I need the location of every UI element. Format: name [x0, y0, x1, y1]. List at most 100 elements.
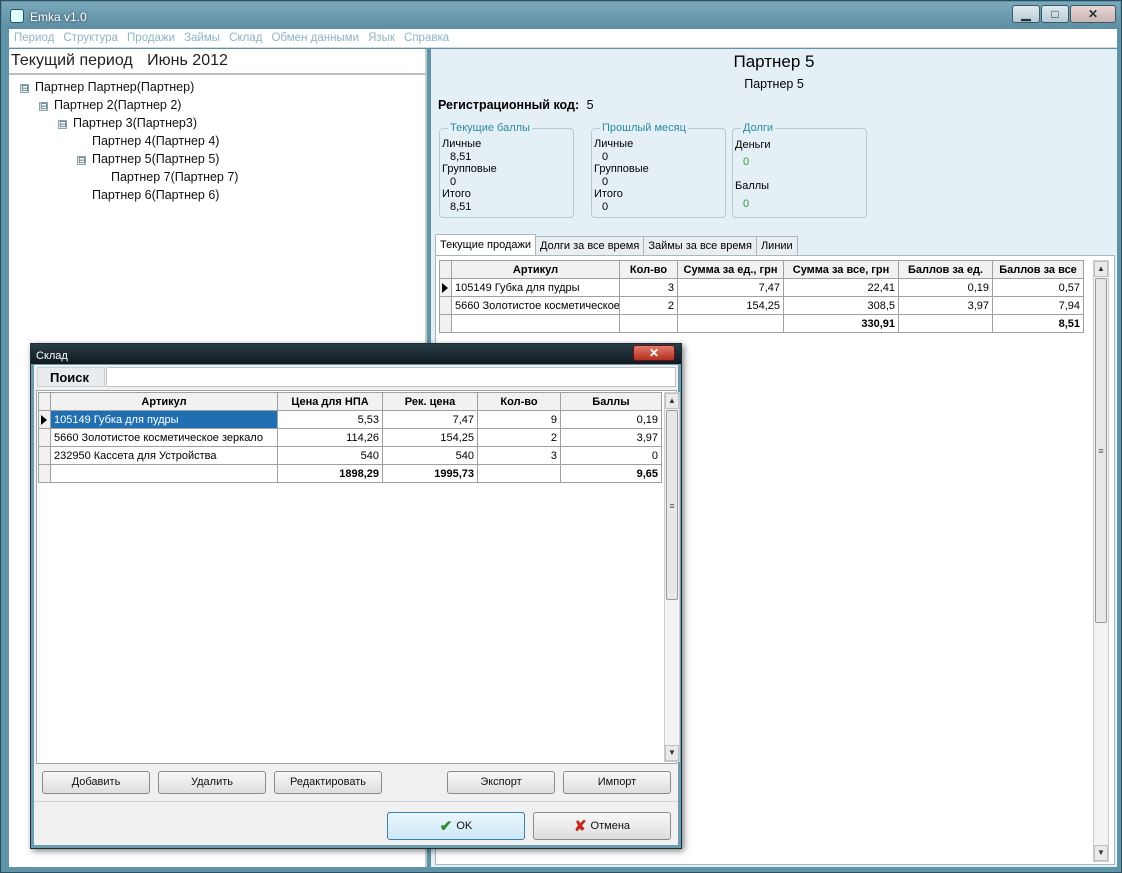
column-header[interactable]: Артикул [50, 392, 278, 411]
table-cell[interactable]: 2 [619, 296, 678, 315]
column-header[interactable]: Сумма за ед., грн [677, 260, 784, 279]
table-cell[interactable]: 540 [277, 446, 383, 465]
column-header[interactable]: Сумма за все, грн [783, 260, 899, 279]
tree-toggle-icon[interactable]: ⊟ [58, 120, 67, 129]
table-row[interactable]: 105149 Губка для пудры 5,53 7,47 9 0,19 [38, 410, 662, 429]
menu-item-sales[interactable]: Продажи [122, 29, 175, 44]
partner-subtitle: Партнер 5 [744, 77, 804, 91]
warehouse-scrollbar[interactable]: ▲ ≡ ▼ [664, 392, 680, 762]
table-row[interactable]: 232950 Кассета для Устройства 540 540 3 … [38, 446, 662, 465]
table-cell[interactable]: 154,25 [677, 296, 784, 315]
ok-button[interactable]: ✔ OK [387, 812, 525, 840]
table-cell[interactable]: 232950 Кассета для Устройства [50, 446, 278, 465]
table-cell[interactable]: 22,41 [783, 278, 899, 297]
tree-node[interactable]: Партнер 7(Партнер 7) [111, 170, 238, 184]
table-row[interactable]: 105149 Губка для пудры 3 7,47 22,41 0,19… [439, 278, 1084, 297]
menu-item-language[interactable]: Язык [363, 29, 395, 44]
menu-item-data-exchange[interactable]: Обмен данными [266, 29, 359, 44]
maximize-button[interactable]: □ [1041, 5, 1069, 23]
column-header[interactable]: Рек. цена [382, 392, 478, 411]
menu-item-period[interactable]: Период [9, 29, 54, 44]
menu-item-structure[interactable]: Структура [58, 29, 118, 44]
table-row[interactable]: 5660 Золотистое косметическое 2 154,25 3… [439, 296, 1084, 315]
table-cell[interactable]: 7,47 [677, 278, 784, 297]
tree-node[interactable]: Партнер 3(Партнер3) [73, 116, 197, 130]
table-cell[interactable]: 3 [619, 278, 678, 297]
warehouse-table: Артикул Цена для НПА Рек. цена Кол-во Ба… [38, 392, 662, 483]
search-input[interactable] [106, 367, 676, 387]
warehouse-grid: Артикул Цена для НПА Рек. цена Кол-во Ба… [36, 390, 680, 764]
table-cell[interactable]: 308,5 [783, 296, 899, 315]
title-bar[interactable]: Emka v1.0 ▁ □ ✕ [2, 2, 1120, 29]
table-cell[interactable]: 7,47 [382, 410, 478, 429]
menu-item-help[interactable]: Справка [399, 29, 449, 44]
cross-icon: ✘ [573, 818, 587, 835]
tab-loans-all-time[interactable]: Займы за все время [643, 236, 757, 256]
menu-item-warehouse[interactable]: Склад [224, 29, 262, 44]
close-button[interactable]: ✕ [1070, 5, 1116, 23]
minimize-button[interactable]: ▁ [1012, 5, 1040, 23]
table-cell[interactable]: 154,25 [382, 428, 478, 447]
scroll-down-icon[interactable]: ▼ [665, 745, 679, 761]
dialog-title[interactable]: Склад [31, 344, 681, 364]
scroll-thumb[interactable]: ≡ [666, 410, 678, 600]
import-button[interactable]: Импорт [563, 771, 671, 794]
dialog-close-button[interactable]: ✕ [633, 345, 675, 361]
column-header[interactable]: Кол-во [477, 392, 561, 411]
tab-current-sales[interactable]: Текущие продажи [435, 234, 537, 256]
table-row[interactable]: 5660 Золотистое косметическое зеркало 11… [38, 428, 662, 447]
tab-lines[interactable]: Линии [755, 236, 798, 256]
tree-toggle-icon[interactable]: ⊟ [20, 84, 29, 93]
row-indicator[interactable] [38, 410, 51, 429]
tree-node[interactable]: Партнер 5(Партнер 5) [92, 152, 219, 166]
add-button[interactable]: Добавить [42, 771, 150, 794]
tree-node[interactable]: Партнер 2(Партнер 2) [54, 98, 181, 112]
table-cell[interactable]: 3,97 [560, 428, 662, 447]
column-header[interactable]: Баллов за ед. [898, 260, 993, 279]
edit-button[interactable]: Редактировать [274, 771, 382, 794]
row-indicator[interactable] [439, 278, 452, 297]
column-header[interactable]: Баллов за все [992, 260, 1084, 279]
table-cell[interactable]: 0 [560, 446, 662, 465]
tree-toggle-icon[interactable]: ⊟ [39, 102, 48, 111]
tree-node[interactable]: Партнер 6(Партнер 6) [92, 188, 219, 202]
table-cell[interactable]: 0,19 [898, 278, 993, 297]
row-indicator[interactable] [38, 428, 51, 447]
sales-scrollbar[interactable]: ▲ ≡ ▼ [1093, 260, 1109, 862]
table-cell[interactable]: 0,57 [992, 278, 1084, 297]
column-header[interactable]: Кол-во [619, 260, 678, 279]
scroll-down-icon[interactable]: ▼ [1094, 845, 1108, 861]
column-header[interactable]: Баллы [560, 392, 662, 411]
scroll-thumb[interactable]: ≡ [1095, 278, 1107, 623]
export-button[interactable]: Экспорт [447, 771, 555, 794]
row-indicator[interactable] [38, 446, 51, 465]
table-cell[interactable]: 3,97 [898, 296, 993, 315]
dialog-separator [34, 801, 678, 802]
table-cell[interactable]: 5660 Золотистое косметическое зеркало [50, 428, 278, 447]
table-cell[interactable]: 9 [477, 410, 561, 429]
cancel-button[interactable]: ✘ Отмена [533, 812, 671, 840]
table-cell[interactable]: 2 [477, 428, 561, 447]
menu-item-loans[interactable]: Займы [179, 29, 220, 44]
column-header[interactable]: Артикул [451, 260, 620, 279]
table-cell[interactable]: 540 [382, 446, 478, 465]
money-value: 0 [743, 156, 750, 168]
delete-button[interactable]: Удалить [158, 771, 266, 794]
table-cell[interactable]: 3 [477, 446, 561, 465]
table-cell-selected[interactable]: 105149 Губка для пудры [50, 410, 278, 429]
row-indicator[interactable] [439, 296, 452, 315]
tree-toggle-icon[interactable]: ⊟ [77, 156, 86, 165]
table-cell[interactable]: 0,19 [560, 410, 662, 429]
scroll-up-icon[interactable]: ▲ [665, 393, 679, 409]
table-cell[interactable]: 5660 Золотистое косметическое [451, 296, 620, 315]
tab-debts-all-time[interactable]: Долги за все время [535, 236, 645, 256]
table-total-row: 1898,29 1995,73 9,65 [38, 464, 662, 483]
table-cell[interactable]: 7,94 [992, 296, 1084, 315]
table-cell[interactable]: 5,53 [277, 410, 383, 429]
scroll-up-icon[interactable]: ▲ [1094, 261, 1108, 277]
tree-node[interactable]: Партнер 4(Партнер 4) [92, 134, 219, 148]
column-header[interactable]: Цена для НПА [277, 392, 383, 411]
tree-node[interactable]: Партнер Партнер(Партнер) [35, 80, 194, 94]
table-cell[interactable]: 114,26 [277, 428, 383, 447]
table-cell[interactable]: 105149 Губка для пудры [451, 278, 620, 297]
